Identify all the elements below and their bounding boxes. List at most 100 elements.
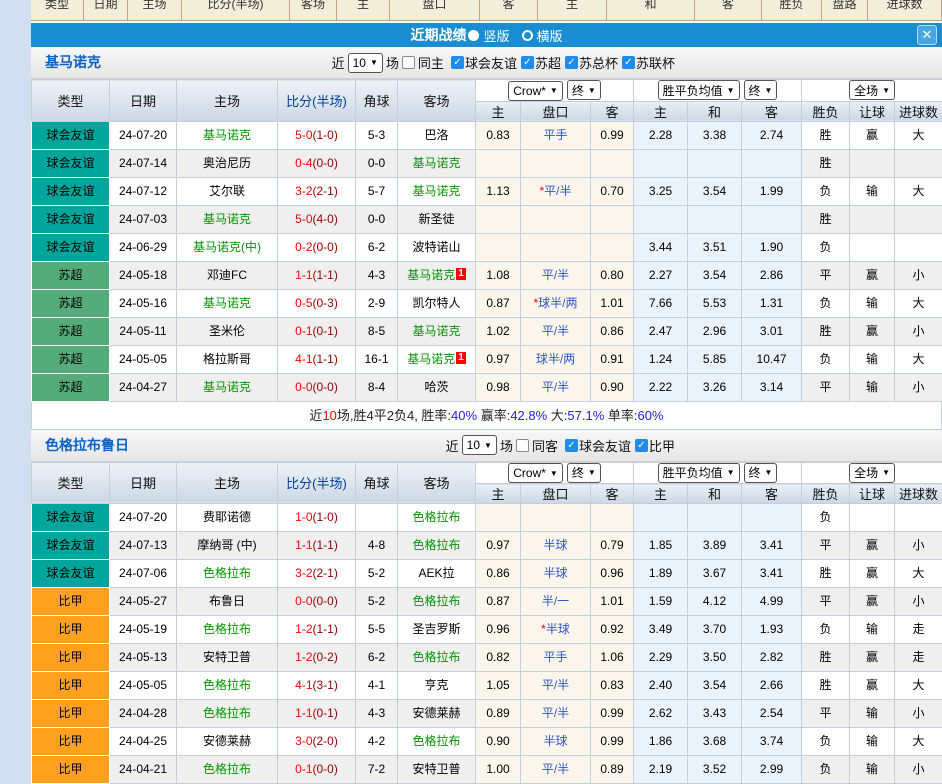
- handicap-line-text: 平/半: [542, 678, 569, 692]
- date-cell: 24-07-13: [110, 532, 177, 560]
- eu-draw-odds: 3.67: [688, 560, 742, 588]
- away-team-cell: 基马诺克: [398, 149, 476, 177]
- fulltime-score: 1-1: [295, 268, 312, 282]
- league-checkbox[interactable]: ✓: [635, 439, 648, 452]
- recent-count-select[interactable]: 10▼: [462, 435, 497, 455]
- same-venue-checkbox[interactable]: [402, 56, 415, 69]
- ah-line-cell: 平/半: [521, 317, 591, 345]
- team-name: 邓迪FC: [207, 268, 247, 282]
- eu-away-odds: 1.90: [742, 233, 802, 261]
- score-cell: 0-5(0-3): [278, 289, 356, 317]
- europe-avg-select[interactable]: 胜平负均值▼: [658, 80, 740, 100]
- result-wdl: 平: [802, 373, 850, 401]
- europe-final-select[interactable]: 终▼: [744, 463, 778, 483]
- ah-line-cell: [521, 205, 591, 233]
- dropdown-caret-icon: ▼: [550, 86, 558, 95]
- result-wdl: 负: [802, 233, 850, 261]
- eu-home-odds: 2.27: [634, 261, 688, 289]
- scope-select[interactable]: 全场▼: [849, 463, 895, 483]
- eu-draw-odds: 5.85: [688, 345, 742, 373]
- away-team-cell: 色格拉布: [398, 728, 476, 756]
- type-cell: 苏超: [32, 345, 110, 373]
- ah-home-odds: 0.90: [476, 728, 521, 756]
- result-handicap: 输: [850, 289, 895, 317]
- handicap-line-text: 半球: [543, 734, 567, 748]
- league-label: 苏联杯: [636, 53, 675, 72]
- europe-avg-select[interactable]: 胜平负均值▼: [658, 463, 740, 483]
- same-venue-checkbox[interactable]: [516, 439, 529, 452]
- result-handicap: [850, 504, 895, 532]
- summary-text: 大:: [547, 408, 567, 423]
- horizontal-layout-radio[interactable]: [522, 30, 533, 41]
- type-cell: 比甲: [32, 588, 110, 616]
- away-team-cell: 圣吉罗斯: [398, 616, 476, 644]
- dropdown-caret-icon: ▼: [588, 468, 596, 477]
- fulltime-score: 0-1: [295, 324, 312, 338]
- result-wdl: 负: [802, 728, 850, 756]
- away-team-cell: AEK拉: [398, 560, 476, 588]
- scope-select-group: 全场▼: [802, 80, 942, 102]
- sub-column-header: 主: [476, 101, 521, 121]
- date-cell: 24-05-13: [110, 644, 177, 672]
- team-name: 基马诺克: [203, 128, 251, 142]
- date-cell: 24-07-20: [110, 504, 177, 532]
- corner-cell: 5-2: [356, 588, 398, 616]
- type-cell: 球会友谊: [32, 205, 110, 233]
- away-team-cell: 基马诺克1: [398, 261, 476, 289]
- vertical-layout-radio[interactable]: [468, 30, 479, 41]
- europe-select-group: 胜平负均值▼终▼: [634, 80, 802, 102]
- fulltime-score: 0-0: [295, 380, 312, 394]
- team-name: 色格拉布: [203, 678, 251, 692]
- recent-count-select[interactable]: 10▼: [348, 53, 383, 73]
- league-checkbox[interactable]: ✓: [565, 56, 578, 69]
- eu-home-odds: 2.62: [634, 700, 688, 728]
- home-team-cell: 奥治尼历: [177, 149, 278, 177]
- home-team-cell: 色格拉布: [177, 756, 278, 784]
- league-checkbox[interactable]: ✓: [565, 439, 578, 452]
- ah-home-odds: 1.00: [476, 756, 521, 784]
- ah-line-cell: 半/一: [521, 588, 591, 616]
- column-header: 类型: [32, 80, 110, 122]
- league-checkbox[interactable]: ✓: [451, 56, 464, 69]
- ah-away-odds: [591, 504, 634, 532]
- europe-select-group: 胜平负均值▼终▼: [634, 462, 802, 484]
- scope-select[interactable]: 全场▼: [849, 80, 895, 100]
- matches-table: 类型日期主场比分(半场)角球客场Crow*▼终▼胜平负均值▼终▼全场▼主盘口客主…: [31, 462, 942, 784]
- matches-table-host: 类型日期主场比分(半场)角球客场Crow*▼终▼胜平负均值▼终▼全场▼主盘口客主…: [31, 79, 942, 402]
- ah-away-odds: 1.06: [591, 644, 634, 672]
- team-name: 凯尔特人: [412, 296, 460, 310]
- team-name: 基马诺克: [412, 324, 460, 338]
- team-name: 色格拉布: [412, 594, 460, 608]
- same-venue-label: 同主: [418, 53, 444, 72]
- ah-away-odds: 0.80: [591, 261, 634, 289]
- result-handicap: 赢: [850, 317, 895, 345]
- odds-final-select[interactable]: 终▼: [567, 80, 601, 100]
- fulltime-score: 4-1: [295, 352, 312, 366]
- league-checkbox[interactable]: ✓: [622, 56, 635, 69]
- team-name: 基马诺克: [407, 352, 455, 366]
- eu-home-odds: 2.47: [634, 317, 688, 345]
- date-cell: 24-05-27: [110, 588, 177, 616]
- fulltime-score: 1-1: [295, 706, 312, 720]
- sub-column-header: 和: [688, 484, 742, 504]
- type-cell: 球会友谊: [32, 504, 110, 532]
- corner-cell: 4-1: [356, 672, 398, 700]
- odds-final-select[interactable]: 终▼: [567, 463, 601, 483]
- dropdown-caret-icon: ▼: [882, 86, 890, 95]
- league-checkbox[interactable]: ✓: [521, 56, 534, 69]
- close-icon[interactable]: ✕: [917, 25, 937, 45]
- result-goals: 小: [895, 532, 942, 560]
- ah-away-odds: [591, 149, 634, 177]
- date-cell: 24-04-27: [110, 373, 177, 401]
- ah-home-odds: 1.05: [476, 672, 521, 700]
- europe-final-select[interactable]: 终▼: [744, 80, 778, 100]
- bg-column-header: 客场: [290, 0, 337, 20]
- dropdown-caret-icon: ▼: [550, 469, 558, 478]
- odds-source-select[interactable]: Crow*▼: [508, 81, 563, 101]
- summary-text: 10: [322, 408, 336, 423]
- team-name: 波特诺山: [412, 240, 460, 254]
- eu-home-odds: 1.24: [634, 345, 688, 373]
- summary-text: 40%: [451, 408, 477, 423]
- near-label: 近: [446, 436, 459, 455]
- odds-source-select[interactable]: Crow*▼: [508, 463, 563, 483]
